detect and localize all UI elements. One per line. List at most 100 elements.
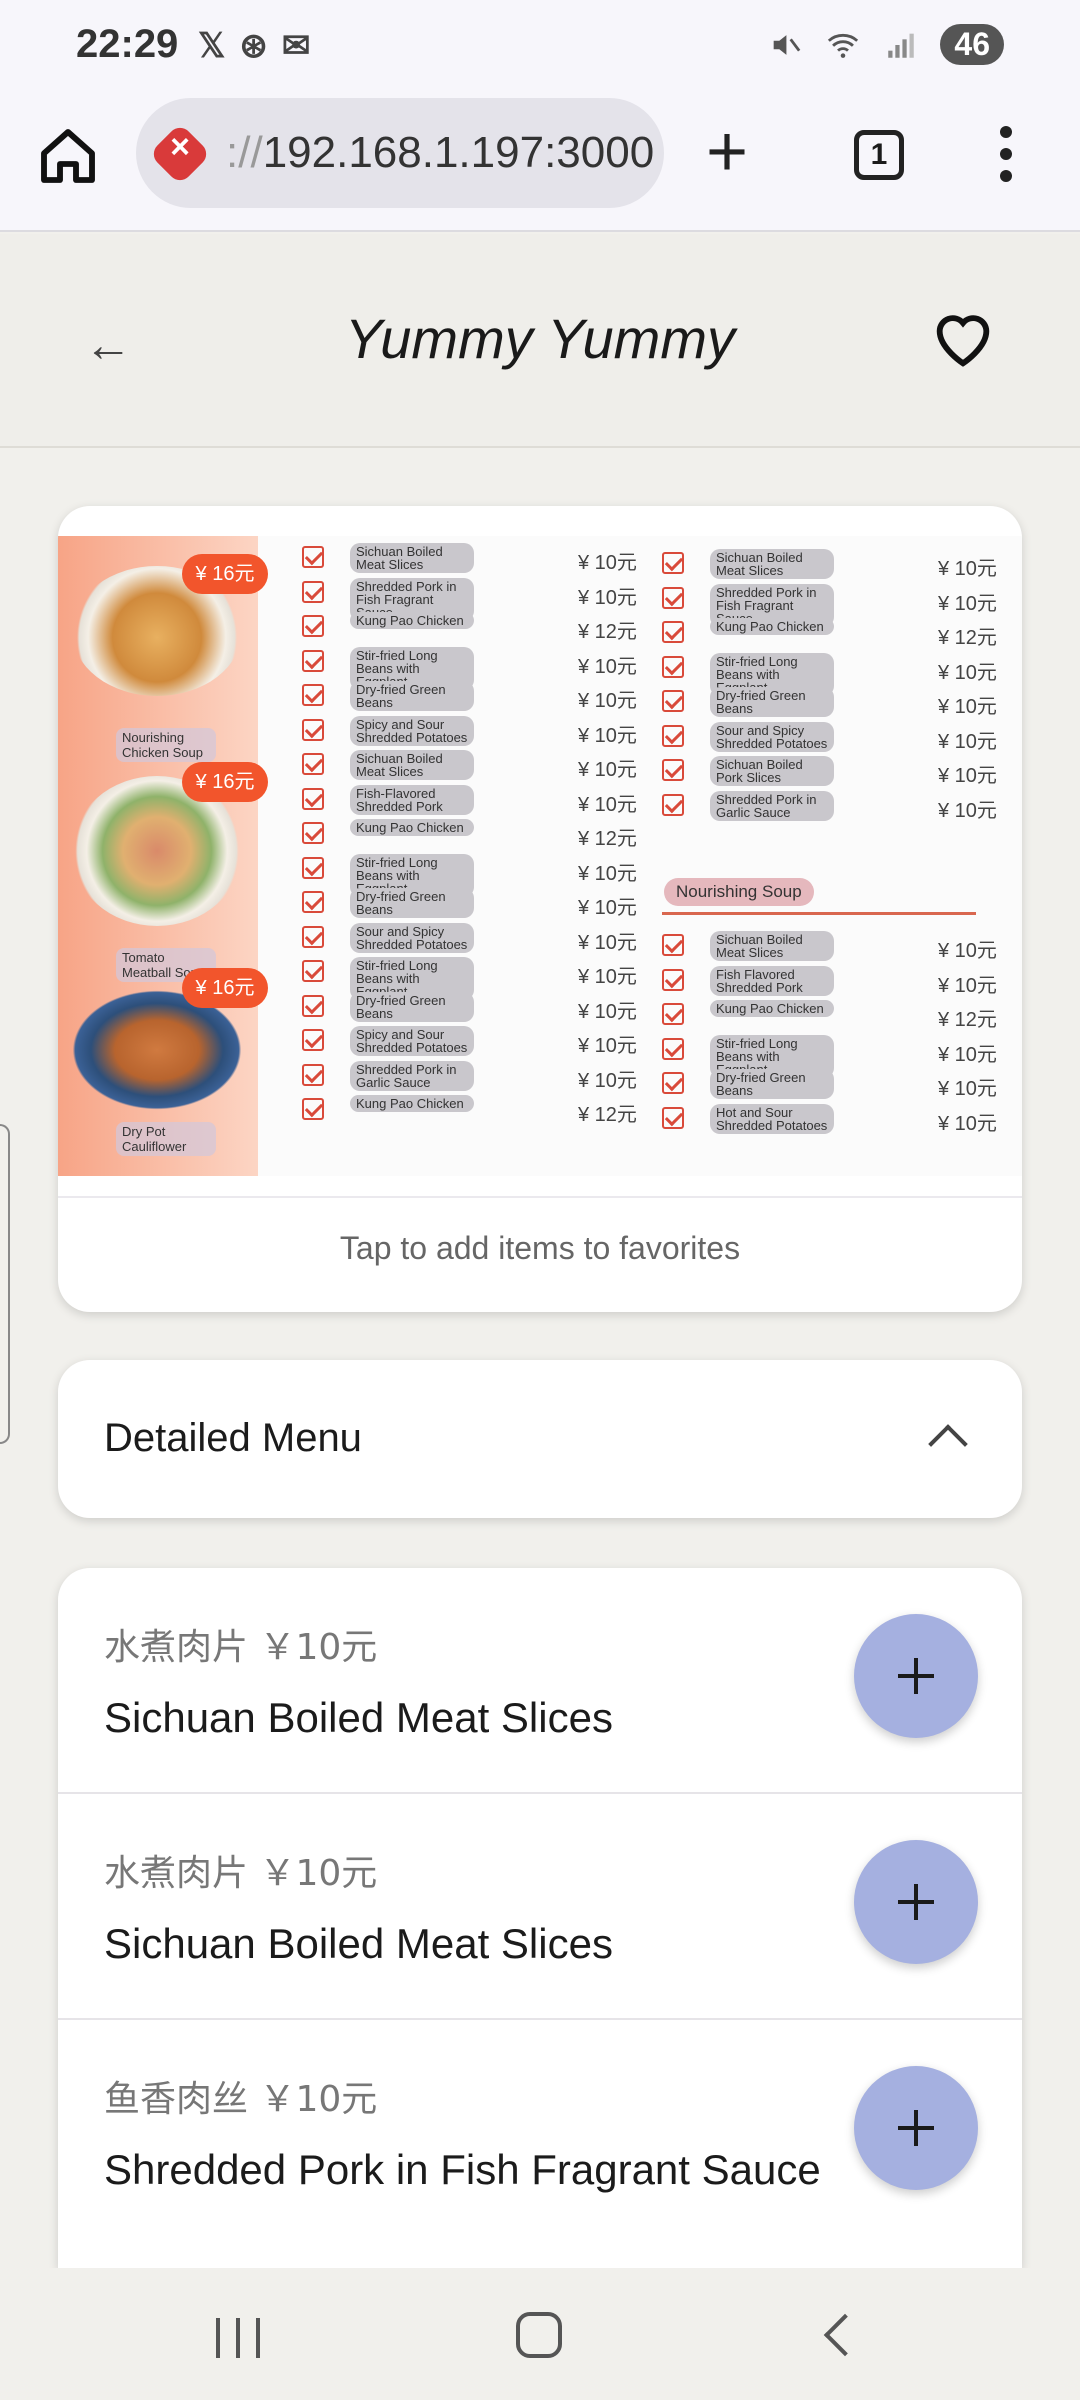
check-icon [302,718,324,741]
menu-row: Dry-fried Green Beans ¥ 10元 [662,684,1002,719]
menu-row: Fish-Flavored Shredded Pork ¥ 10元 [302,782,642,817]
check-icon [662,586,684,609]
list-item: 水煮肉片 ￥10元 Sichuan Boiled Meat Slices [58,1568,1022,1794]
sync-icon: ⊛ [239,27,268,65]
add-item-button[interactable] [854,1840,978,1964]
mail-icon: ✉ [281,27,311,65]
menu-image[interactable]: ¥ 16元 Nourishing Chicken Soup ¥ 16元 Toma… [58,536,1022,1176]
dish-strip: ¥ 16元 Nourishing Chicken Soup ¥ 16元 Toma… [58,536,268,1176]
mute-icon [774,34,801,55]
new-tab-button[interactable]: + [706,116,748,188]
check-icon [302,684,324,706]
check-icon [302,1029,324,1051]
check-icon [662,655,684,678]
menu-row: Stir-fried Long Beans with Eggplant¥ 10元 [302,954,642,1000]
item-name: Shredded Pork in Fish Fragrant Sauce [104,2146,821,2193]
check-icon [302,994,324,1017]
check-icon [662,1037,684,1060]
back-nav-icon[interactable] [823,2313,867,2357]
menu-row: Stir-fried Long Beans with Eggplant¥ 10元 [302,851,642,897]
check-icon [662,1106,684,1129]
url-text[interactable]: ://192.168.1.197:3000 [226,128,656,178]
check-icon [302,615,324,637]
check-icon [662,1003,684,1025]
status-system-icons: 46 [768,24,1004,65]
detailed-menu-header[interactable]: Detailed Menu [58,1360,1022,1518]
check-icon [662,1072,684,1094]
edge-panel-handle[interactable] [0,1124,10,1444]
tab-switcher-button[interactable]: 1 [854,130,904,180]
menu-row: Dry-fried Green Beans ¥ 10元 [302,885,642,920]
check-icon [662,934,684,956]
recents-icon[interactable] [216,2318,260,2358]
favorites-heart-icon[interactable] [928,302,998,372]
menu-column-1: Sichuan Boiled Meat Slices ¥ 10元 Shredded… [302,540,642,1127]
check-icon [662,552,684,574]
check-icon [302,891,324,913]
check-icon [662,759,684,781]
soup-section-header: Nourishing Soup [664,878,814,906]
menu-row: Kung Pao Chicken ¥ 12元 [302,1092,642,1127]
check-icon [302,753,324,775]
menu-row: Stir-fried Long Beans with Eggplant¥ 10元 [662,1032,1002,1078]
dish-price-tag: ¥ 16元 [182,762,268,802]
chevron-up-icon[interactable] [928,1424,968,1464]
menu-row: Kung Pao Chicken ¥ 12元 [302,609,642,644]
menu-row: Dry-fried Green Beans ¥ 10元 [302,989,642,1024]
home-nav-icon[interactable] [516,2312,562,2358]
more-menu-icon[interactable] [1000,126,1014,192]
menu-row: Kung Pao Chicken ¥ 12元 [662,615,1002,650]
system-nav-bar [0,2268,1080,2400]
dish-label: Nourishing Chicken Soup [116,728,216,762]
add-item-button[interactable] [854,1614,978,1738]
menu-row: Shredded Pork in Garlic Sauce ¥ 10元 [662,788,1002,823]
divider [58,1196,1022,1198]
menu-row: Kung Pao Chicken ¥ 12元 [662,997,1002,1032]
dish-image [72,990,242,1110]
home-icon[interactable] [36,124,100,188]
check-icon [662,968,684,991]
check-icon [302,925,324,948]
check-icon [302,960,324,982]
menu-row: Shredded Pork in Garlic Sauce ¥ 10元 [302,1058,642,1093]
menu-row: Sour and Spicy Shredded Potatoes ¥ 10元 [302,920,642,955]
menu-row: Spicy and Sour Shredded Potatoes ¥ 10元 [302,713,642,748]
menu-item-list: 水煮肉片 ￥10元 Sichuan Boiled Meat Slices 水煮肉… [58,1568,1022,2268]
check-icon [662,621,684,643]
menu-row: Shredded Pork in Fish Fragrant Sauce¥ 10… [662,581,1002,627]
check-icon [302,1098,324,1120]
menu-image-card[interactable]: ¥ 16元 Nourishing Chicken Soup ¥ 16元 Toma… [58,506,1022,1312]
item-name: Sichuan Boiled Meat Slices [104,1694,613,1741]
menu-row: Sichuan Boiled Meat Slices ¥ 10元 [302,747,642,782]
status-bar: 22:29 𝕏 ⊛ ✉ 46 [0,0,1080,92]
check-icon [662,793,684,816]
menu-row: Fish Flavored Shredded Pork ¥ 10元 [662,963,1002,998]
list-item: 鱼香肉丝 ￥10元 Shredded Pork in Fish Fragrant… [58,2020,1022,2246]
menu-row: Shredded Pork in Fish Fragrant Sauce¥ 10… [302,575,642,621]
menu-row: Sour and Spicy Shredded Potatoes ¥ 10元 [662,719,1002,754]
favorites-hint: Tap to add items to favorites [339,1230,741,1266]
status-time: 22:29 [76,22,179,66]
dish-price-tag: ¥ 16元 [182,968,268,1008]
check-icon [302,822,324,844]
add-item-button[interactable] [854,2066,978,2190]
divider [662,912,976,915]
check-icon [302,580,324,603]
page-title: Yummy Yummy [345,307,735,370]
check-icon [302,787,324,810]
menu-row: Hot and Sour Shredded Potatoes ¥ 10元 [662,1101,1002,1136]
menu-row: Dry-fried Green Beans ¥ 10元 [662,1066,1002,1101]
check-icon [662,724,684,747]
check-icon [662,690,684,712]
menu-row: Sichuan Boiled Pork Slices ¥ 10元 [662,753,1002,788]
menu-row: Sichuan Boiled Meat Slices ¥ 10元 [662,928,1002,963]
item-chinese-name-price: 水煮肉片 ￥10元 [104,1627,378,1668]
menu-row: Stir-fried Long Beans with Eggplant¥ 10元 [302,644,642,690]
menu-row: Sichuan Boiled Meat Slices ¥ 10元 [302,540,642,575]
menu-column-3: Sichuan Boiled Meat Slices ¥ 10元 Fish Fla… [662,928,1002,1135]
menu-row: Dry-fried Green Beans ¥ 10元 [302,678,642,713]
address-bar[interactable]: × ://192.168.1.197:3000 [136,98,664,208]
item-name: Sichuan Boiled Meat Slices [104,1920,613,1967]
check-icon [302,856,324,879]
menu-row: Kung Pao Chicken ¥ 12元 [302,816,642,851]
